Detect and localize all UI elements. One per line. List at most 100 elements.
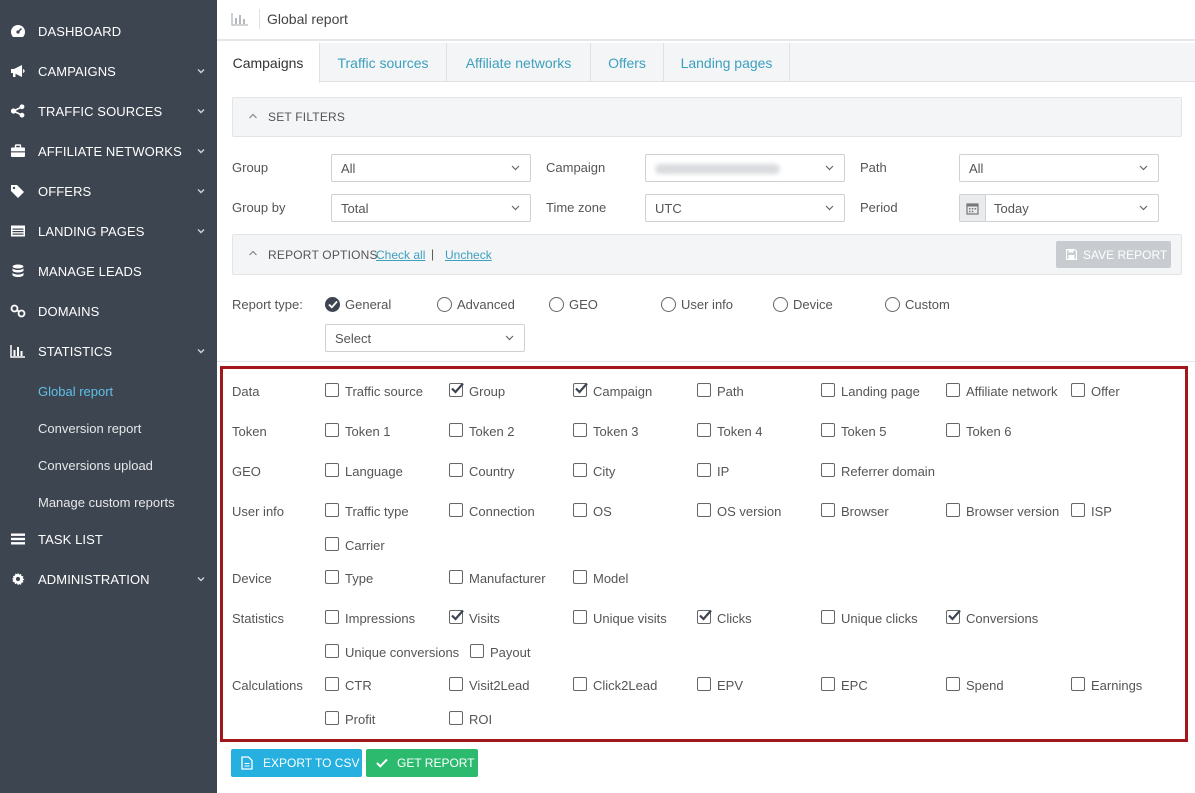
campaign-select[interactable]	[645, 154, 845, 182]
tab-campaigns[interactable]: Campaigns	[217, 43, 320, 83]
chevron-up-icon	[249, 113, 257, 119]
sidebar-item-label: DOMAINS	[38, 303, 100, 319]
checkbox-calculations-roi[interactable]	[449, 711, 463, 725]
checkbox-label: EPC	[841, 678, 868, 693]
checkbox-token-token-4[interactable]	[697, 423, 711, 437]
checkbox-statistics-clicks[interactable]	[697, 609, 712, 624]
period-select[interactable]: Today	[959, 194, 1159, 222]
checkbox-user-info-carrier[interactable]	[325, 537, 339, 551]
checkbox-user-info-os[interactable]	[573, 503, 587, 517]
checkbox-token-token-6[interactable]	[946, 423, 960, 437]
tab-offers[interactable]: Offers	[591, 43, 664, 82]
checkbox-token-token-2[interactable]	[449, 423, 463, 437]
checkbox-statistics-impressions[interactable]	[325, 610, 339, 624]
sidebar-item-task-list[interactable]: TASK LIST	[0, 519, 217, 559]
checkbox-calculations-epv[interactable]	[697, 677, 711, 691]
sidebar-subitem-conversion-report[interactable]: Conversion report	[0, 410, 217, 446]
calendar-icon[interactable]	[960, 195, 986, 221]
campaign-label: Campaign	[546, 160, 606, 175]
sidebar-item-domains[interactable]: DOMAINS	[0, 291, 217, 331]
sidebar-subitem-manage-custom-reports[interactable]: Manage custom reports	[0, 484, 217, 520]
radio-general[interactable]	[325, 297, 340, 312]
sidebar-item-statistics[interactable]: STATISTICS	[0, 331, 217, 371]
set-filters-toggle[interactable]: SET FILTERS	[232, 97, 1182, 137]
export-csv-button[interactable]: EXPORT TO CSV	[231, 749, 362, 777]
group-by-value: Total	[341, 201, 369, 216]
checkbox-statistics-unique-visits[interactable]	[573, 610, 587, 624]
group-select[interactable]: All	[331, 154, 531, 182]
checkbox-user-info-isp[interactable]	[1071, 503, 1085, 517]
checkbox-data-landing-page[interactable]	[821, 383, 835, 397]
checkbox-statistics-payout[interactable]	[470, 644, 484, 658]
tab-affiliate-networks[interactable]: Affiliate networks	[447, 43, 591, 82]
check-all-link[interactable]: Check all	[376, 248, 425, 262]
chevron-up-icon[interactable]	[248, 249, 258, 257]
radio-device[interactable]	[773, 297, 788, 312]
checkbox-data-traffic-source[interactable]	[325, 383, 339, 397]
sidebar-item-offers[interactable]: OFFERS	[0, 171, 217, 211]
checkmark-icon	[376, 758, 388, 768]
checkbox-data-group[interactable]	[449, 382, 464, 397]
checkbox-device-manufacturer[interactable]	[449, 570, 463, 584]
radio-user-info[interactable]	[661, 297, 676, 312]
sidebar-item-manage-leads[interactable]: MANAGE LEADS	[0, 251, 217, 291]
checkbox-calculations-click2lead[interactable]	[573, 677, 587, 691]
checkbox-calculations-ctr[interactable]	[325, 677, 339, 691]
checkbox-statistics-visits[interactable]	[449, 609, 464, 624]
radio-advanced[interactable]	[437, 297, 452, 312]
checkbox-statistics-unique-conversions[interactable]	[325, 644, 339, 658]
checkbox-device-model[interactable]	[573, 570, 587, 584]
checkbox-calculations-visit2lead[interactable]	[449, 677, 463, 691]
group-by-select[interactable]: Total	[331, 194, 531, 222]
checkbox-geo-language[interactable]	[325, 463, 339, 477]
sidebar-item-affiliate-networks[interactable]: AFFILIATE NETWORKS	[0, 131, 217, 171]
radio-device-label: Device	[793, 297, 833, 312]
checkbox-token-token-1[interactable]	[325, 423, 339, 437]
checkbox-calculations-profit[interactable]	[325, 711, 339, 725]
radio-custom[interactable]	[885, 297, 900, 312]
checkbox-calculations-epc[interactable]	[821, 677, 835, 691]
sidebar-item-campaigns[interactable]: CAMPAIGNS	[0, 51, 217, 91]
sidebar-subitem-conversions-upload[interactable]: Conversions upload	[0, 447, 217, 483]
checkbox-geo-ip[interactable]	[697, 463, 711, 477]
checkbox-calculations-spend[interactable]	[946, 677, 960, 691]
sidebar-item-dashboard[interactable]: DASHBOARD	[0, 11, 217, 51]
radio-advanced-label: Advanced	[457, 297, 515, 312]
save-report-button[interactable]: SAVE REPORT	[1056, 241, 1171, 268]
checkbox-data-path[interactable]	[697, 383, 711, 397]
checkbox-device-type[interactable]	[325, 570, 339, 584]
custom-report-select[interactable]: Select	[325, 324, 525, 352]
checkbox-statistics-unique-clicks[interactable]	[821, 610, 835, 624]
checkbox-user-info-browser-version[interactable]	[946, 503, 960, 517]
share-icon	[10, 104, 26, 118]
checkbox-user-info-connection[interactable]	[449, 503, 463, 517]
sidebar-item-label: CAMPAIGNS	[38, 63, 116, 79]
checkbox-data-campaign[interactable]	[573, 382, 588, 397]
checkbox-data-affiliate-network[interactable]	[946, 383, 960, 397]
checkbox-user-info-os-version[interactable]	[697, 503, 711, 517]
tab-landing-pages[interactable]: Landing pages	[664, 43, 790, 82]
sidebar-subitem-global-report[interactable]: Global report	[0, 373, 217, 409]
radio-geo[interactable]	[549, 297, 564, 312]
sidebar-item-landing-pages[interactable]: LANDING PAGES	[0, 211, 217, 251]
uncheck-link[interactable]: Uncheck	[445, 248, 492, 262]
checkbox-user-info-traffic-type[interactable]	[325, 503, 339, 517]
sidebar-item-traffic-sources[interactable]: TRAFFIC SOURCES	[0, 91, 217, 131]
sidebar-item-administration[interactable]: ADMINISTRATION	[0, 559, 217, 599]
checkbox-token-token-5[interactable]	[821, 423, 835, 437]
checkbox-statistics-conversions[interactable]	[946, 609, 961, 624]
get-report-button[interactable]: GET REPORT	[366, 749, 478, 777]
chevron-down-icon	[825, 205, 834, 211]
checkbox-geo-referrer-domain[interactable]	[821, 463, 835, 477]
time-zone-select[interactable]: UTC	[645, 194, 845, 222]
checkbox-geo-city[interactable]	[573, 463, 587, 477]
path-select[interactable]: All	[959, 154, 1159, 182]
checkbox-calculations-earnings[interactable]	[1071, 677, 1085, 691]
checkbox-data-offer[interactable]	[1071, 383, 1085, 397]
checkbox-geo-country[interactable]	[449, 463, 463, 477]
checkbox-token-token-3[interactable]	[573, 423, 587, 437]
database-icon	[10, 264, 26, 278]
checkbox-label: Language	[345, 464, 403, 479]
checkbox-user-info-browser[interactable]	[821, 503, 835, 517]
tab-traffic-sources[interactable]: Traffic sources	[320, 43, 447, 82]
